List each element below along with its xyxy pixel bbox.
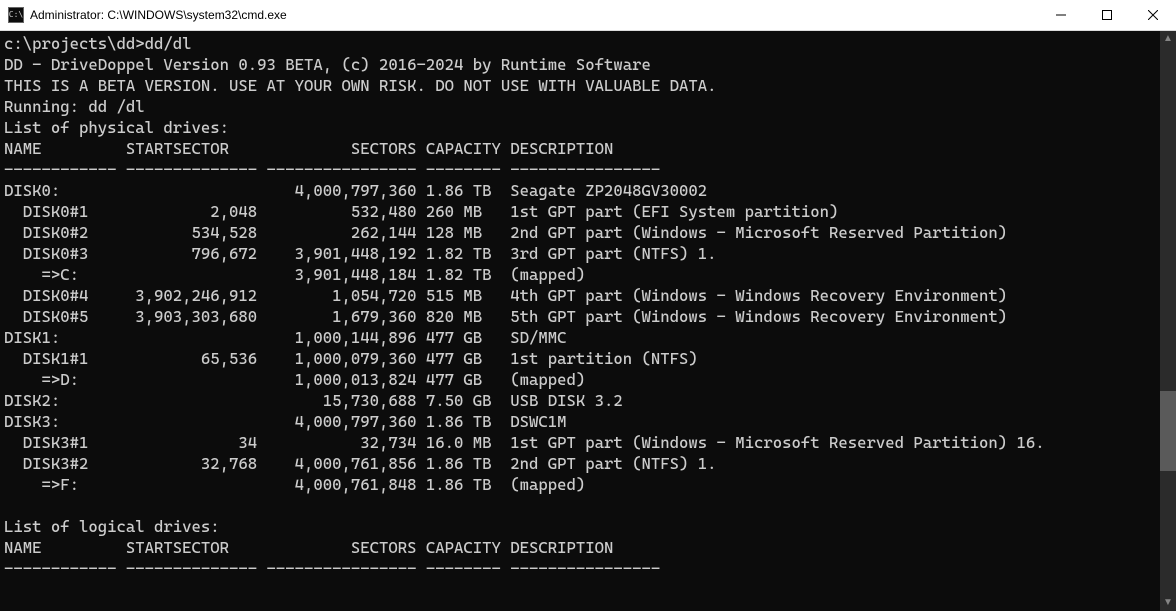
window-controls bbox=[1038, 0, 1176, 30]
cmd-icon-label: C:\ bbox=[9, 11, 23, 19]
terminal-area: c:\projects\dd>dd/dl DD - DriveDoppel Ve… bbox=[0, 31, 1176, 611]
maximize-icon bbox=[1102, 10, 1112, 20]
scrollbar-vertical[interactable]: ▲ ▼ bbox=[1160, 31, 1176, 611]
minimize-icon bbox=[1056, 10, 1066, 20]
close-button[interactable] bbox=[1130, 0, 1176, 30]
scroll-down-icon[interactable]: ▼ bbox=[1160, 595, 1176, 611]
scroll-thumb[interactable] bbox=[1160, 391, 1176, 471]
scroll-up-icon[interactable]: ▲ bbox=[1160, 31, 1176, 47]
minimize-button[interactable] bbox=[1038, 0, 1084, 30]
window-titlebar: C:\ Administrator: C:\WINDOWS\system32\c… bbox=[0, 0, 1176, 31]
terminal-output[interactable]: c:\projects\dd>dd/dl DD - DriveDoppel Ve… bbox=[0, 31, 1160, 611]
cmd-icon: C:\ bbox=[8, 7, 24, 23]
window-title: Administrator: C:\WINDOWS\system32\cmd.e… bbox=[30, 8, 1038, 22]
close-icon bbox=[1148, 10, 1158, 20]
maximize-button[interactable] bbox=[1084, 0, 1130, 30]
